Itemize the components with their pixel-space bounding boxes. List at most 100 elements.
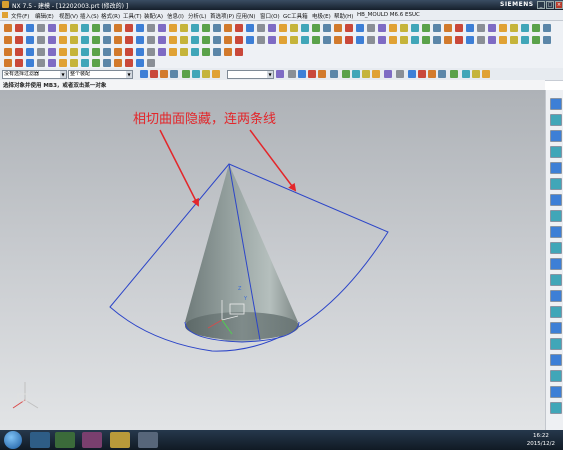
toolbar-button[interactable]	[213, 24, 221, 32]
toolbar-button[interactable]	[488, 24, 496, 32]
toolbar-button[interactable]	[81, 36, 89, 44]
toolbar-button[interactable]	[147, 36, 155, 44]
toolbar-button[interactable]	[180, 24, 188, 32]
toolbar-button[interactable]	[15, 48, 23, 56]
taskbar-app-1[interactable]	[30, 432, 50, 448]
toolbar-button[interactable]	[26, 24, 34, 32]
menu-help[interactable]: 帮助(H)	[334, 12, 353, 20]
resource-bar-button[interactable]	[550, 338, 562, 350]
toolbar-button[interactable]	[477, 24, 485, 32]
toolbar-button[interactable]	[224, 48, 232, 56]
toolbar-button[interactable]	[213, 48, 221, 56]
toolbar-button[interactable]	[136, 48, 144, 56]
toolbar-button[interactable]	[345, 36, 353, 44]
toolbar-button[interactable]	[433, 36, 441, 44]
menu-application[interactable]: 应用(N)	[236, 12, 255, 20]
toolbar-button[interactable]	[59, 36, 67, 44]
taskbar-app-4[interactable]	[110, 432, 130, 448]
toolbar-button[interactable]	[169, 24, 177, 32]
toolbar-button[interactable]	[70, 24, 78, 32]
toolbar-button[interactable]	[334, 36, 342, 44]
toolbar-button[interactable]	[521, 36, 529, 44]
toolbar-button[interactable]	[125, 59, 133, 67]
toolbar-button[interactable]	[334, 24, 342, 32]
toolbar-button[interactable]	[169, 48, 177, 56]
toolbar-button[interactable]	[290, 36, 298, 44]
resource-bar-button[interactable]	[550, 114, 562, 126]
toolbar-button[interactable]	[466, 24, 474, 32]
toolbar-button[interactable]	[48, 59, 56, 67]
toolbar-button[interactable]	[147, 24, 155, 32]
toolbar-button[interactable]	[345, 24, 353, 32]
toolbar-button[interactable]	[125, 48, 133, 56]
toolbar-button[interactable]	[70, 48, 78, 56]
filter-toolbar-button[interactable]	[342, 70, 350, 78]
filter-toolbar-button[interactable]	[160, 70, 168, 78]
toolbar-button[interactable]	[92, 59, 100, 67]
toolbar-button[interactable]	[15, 36, 23, 44]
toolbar-button[interactable]	[37, 36, 45, 44]
toolbar-button[interactable]	[103, 24, 111, 32]
toolbar-button[interactable]	[81, 48, 89, 56]
filter-toolbar-button[interactable]	[384, 70, 392, 78]
filter-toolbar-button[interactable]	[276, 70, 284, 78]
toolbar-button[interactable]	[92, 24, 100, 32]
resource-bar-button[interactable]	[550, 146, 562, 158]
toolbar-button[interactable]	[15, 59, 23, 67]
toolbar-button[interactable]	[169, 36, 177, 44]
menu-assembly[interactable]: 装配(A)	[144, 12, 163, 20]
toolbar-button[interactable]	[4, 48, 12, 56]
toolbar-button[interactable]	[158, 36, 166, 44]
filter-toolbar-button[interactable]	[482, 70, 490, 78]
toolbar-button[interactable]	[191, 36, 199, 44]
taskbar-app-2[interactable]	[55, 432, 75, 448]
toolbar-button[interactable]	[455, 36, 463, 44]
toolbar-button[interactable]	[125, 36, 133, 44]
toolbar-button[interactable]	[37, 59, 45, 67]
toolbar-button[interactable]	[59, 24, 67, 32]
resource-bar-button[interactable]	[550, 402, 562, 414]
toolbar-button[interactable]	[235, 36, 243, 44]
toolbar-button[interactable]	[147, 48, 155, 56]
resource-bar-button[interactable]	[550, 194, 562, 206]
toolbar-button[interactable]	[48, 48, 56, 56]
toolbar-button[interactable]	[224, 24, 232, 32]
menu-preferences[interactable]: 首选项(P)	[210, 12, 234, 20]
filter-toolbar-button[interactable]	[170, 70, 178, 78]
toolbar-button[interactable]	[411, 36, 419, 44]
toolbar-button[interactable]	[521, 24, 529, 32]
filter-toolbar-button[interactable]	[352, 70, 360, 78]
toolbar-button[interactable]	[532, 24, 540, 32]
toolbar-button[interactable]	[59, 48, 67, 56]
start-button[interactable]	[4, 431, 22, 449]
toolbar-button[interactable]	[290, 24, 298, 32]
menu-insert[interactable]: 插入(S)	[80, 12, 99, 20]
toolbar-button[interactable]	[4, 36, 12, 44]
toolbar-button[interactable]	[367, 24, 375, 32]
resource-bar-button[interactable]	[550, 290, 562, 302]
toolbar-button[interactable]	[422, 36, 430, 44]
menu-window[interactable]: 窗口(O)	[260, 12, 280, 20]
toolbar-button[interactable]	[136, 36, 144, 44]
toolbar-button[interactable]	[114, 59, 122, 67]
toolbar-button[interactable]	[180, 48, 188, 56]
toolbar-button[interactable]	[543, 36, 551, 44]
toolbar-button[interactable]	[323, 36, 331, 44]
resource-bar-button[interactable]	[550, 178, 562, 190]
toolbar-button[interactable]	[389, 36, 397, 44]
toolbar-button[interactable]	[378, 24, 386, 32]
toolbar-button[interactable]	[257, 36, 265, 44]
toolbar-button[interactable]	[48, 24, 56, 32]
filter-toolbar-button[interactable]	[212, 70, 220, 78]
filter-toolbar-button[interactable]	[288, 70, 296, 78]
graphics-window[interactable]: Z Y 相切曲面隐藏，连两条线	[0, 90, 545, 430]
filter-toolbar-button[interactable]	[298, 70, 306, 78]
toolbar-button[interactable]	[202, 36, 210, 44]
toolbar-button[interactable]	[26, 48, 34, 56]
menu-hb-mould[interactable]: HB_MOULD M6.6	[357, 12, 403, 18]
toolbar-button[interactable]	[499, 36, 507, 44]
toolbar-button[interactable]	[114, 24, 122, 32]
toolbar-button[interactable]	[301, 24, 309, 32]
filter-toolbar-button[interactable]	[318, 70, 326, 78]
toolbar-button[interactable]	[48, 36, 56, 44]
